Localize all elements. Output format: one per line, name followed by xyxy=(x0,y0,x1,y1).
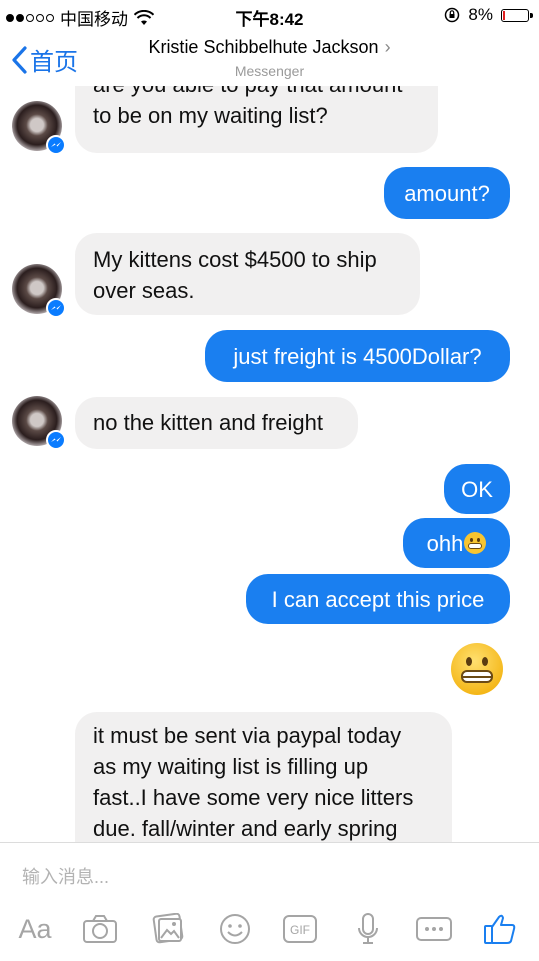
contact-name: Kristie Schibbelhute Jackson xyxy=(148,37,379,57)
incoming-message[interactable]: My kittens cost $4500 to ship over seas. xyxy=(75,233,420,315)
app-subtitle: Messenger xyxy=(234,63,305,79)
messenger-badge-icon xyxy=(46,135,66,155)
battery-icon xyxy=(501,8,533,22)
grimacing-face-icon xyxy=(464,532,487,554)
emoji-icon[interactable] xyxy=(215,909,255,949)
rotation-lock-icon xyxy=(445,7,460,23)
avatar[interactable] xyxy=(12,264,66,318)
message-text: ohh xyxy=(426,530,464,556)
messenger-badge-icon xyxy=(46,298,66,318)
gif-icon[interactable]: GIF xyxy=(280,909,320,949)
message-line: are you able to pay that amount xyxy=(93,86,420,100)
more-icon[interactable] xyxy=(412,909,456,949)
outgoing-message[interactable]: ohh xyxy=(403,518,510,568)
conversation-header: 首页 Kristie Schibbelhute Jackson › Messeng… xyxy=(0,32,539,86)
composer-toolbar: Aa GIF xyxy=(0,909,539,953)
message-line: as my waiting list is filling up xyxy=(93,754,369,779)
message-line: fast..I have some very nice litters xyxy=(93,785,414,810)
chevron-right-icon: › xyxy=(384,37,391,57)
grimacing-face-icon[interactable] xyxy=(451,643,503,695)
microphone-icon[interactable] xyxy=(350,909,386,949)
contact-title[interactable]: Kristie Schibbelhute Jackson › xyxy=(0,37,539,58)
message-input[interactable]: 输入消息... xyxy=(22,863,109,889)
outgoing-message[interactable]: OK xyxy=(444,464,510,514)
messenger-badge-icon xyxy=(46,430,66,450)
message-line: it must be sent via paypal today xyxy=(93,723,402,748)
avatar[interactable] xyxy=(12,396,66,450)
status-bar: 中国移动 下午8:42 8% xyxy=(0,0,539,32)
status-right: 8% xyxy=(444,5,533,25)
avatar[interactable] xyxy=(12,101,66,155)
message-line: due. fall/winter and early spring xyxy=(93,816,398,841)
incoming-message[interactable]: are you able to pay that amount to be on… xyxy=(75,86,438,153)
incoming-message[interactable]: no the kitten and freight xyxy=(75,397,358,449)
message-list[interactable]: are you able to pay that amount to be on… xyxy=(0,86,539,842)
message-line: over seas. xyxy=(93,278,195,303)
text-format-button[interactable]: Aa xyxy=(14,909,56,949)
incoming-message[interactable]: it must be sent via paypal today as my w… xyxy=(75,712,452,842)
thumbs-up-icon[interactable] xyxy=(480,909,520,949)
message-text: amount? xyxy=(404,180,490,206)
camera-icon[interactable] xyxy=(80,909,120,949)
message-line: to be on my waiting list? xyxy=(93,103,328,128)
photo-icon[interactable] xyxy=(148,909,188,949)
composer: 输入消息... Aa GIF xyxy=(0,842,539,961)
message-text: OK xyxy=(461,476,493,502)
message-text: I can accept this price xyxy=(271,586,485,612)
battery-percent: 8% xyxy=(468,5,493,24)
message-text: just freight is 4500Dollar? xyxy=(233,343,482,369)
outgoing-message[interactable]: I can accept this price xyxy=(246,574,510,624)
outgoing-message[interactable]: amount? xyxy=(384,167,510,219)
message-line: My kittens cost $4500 to ship xyxy=(93,247,377,272)
outgoing-message[interactable]: just freight is 4500Dollar? xyxy=(205,330,510,382)
gif-label: GIF xyxy=(290,923,310,937)
message-line: no the kitten and freight xyxy=(93,410,323,435)
